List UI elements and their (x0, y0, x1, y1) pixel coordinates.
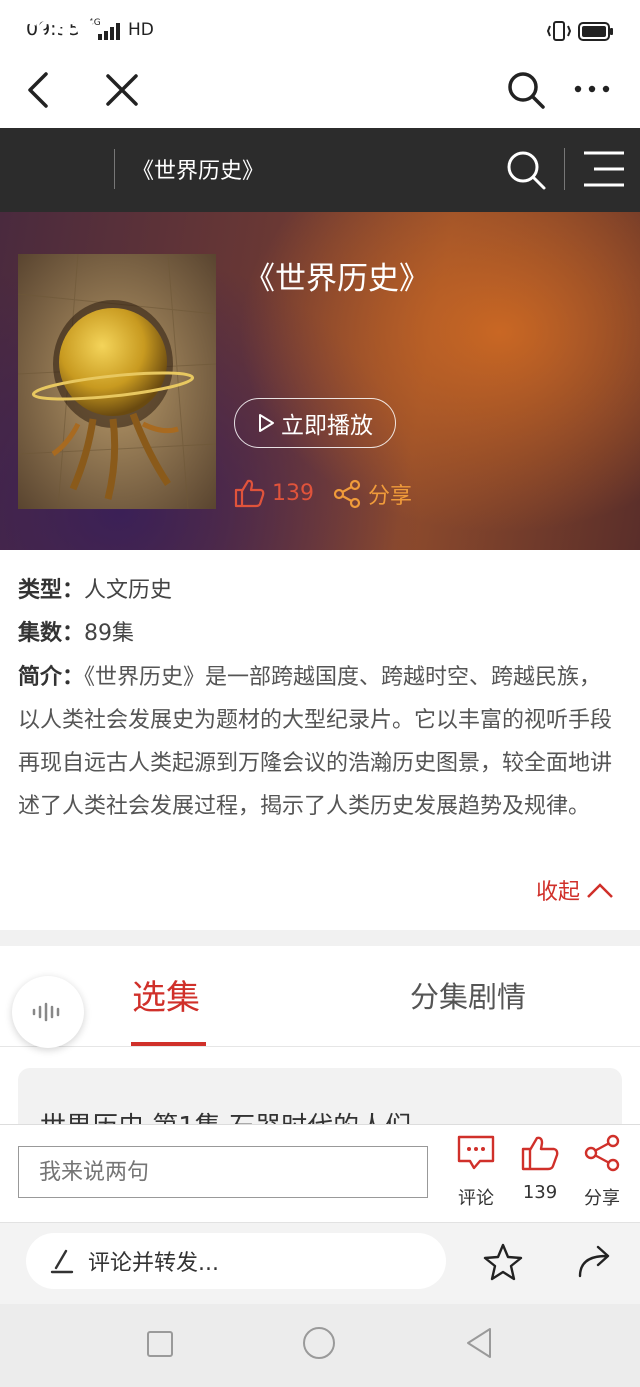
play-now-button[interactable]: 立即播放 (234, 398, 396, 448)
comment-icon[interactable] (456, 1134, 496, 1172)
voice-wave-icon (32, 1002, 60, 1022)
intro-row: 简介：《世界历史》是一部跨越国度、跨越时空、跨越民族，以人类社会发展史为题材的大… (18, 656, 614, 828)
globe-poster-image (18, 254, 216, 509)
logo-sub: 节目官网 (18, 46, 91, 65)
hero-share-button[interactable]: 分享 (332, 478, 412, 510)
back-arrow-icon[interactable] (24, 72, 54, 108)
share-icon[interactable] (582, 1134, 622, 1172)
forward-icon[interactable] (576, 1242, 616, 1280)
comment-input[interactable] (18, 1146, 428, 1198)
more-dots-icon[interactable] (572, 82, 612, 96)
chevron-up-icon (587, 883, 613, 898)
header-search-icon[interactable] (504, 148, 548, 192)
tabs-divider (0, 1046, 640, 1047)
collapse-button[interactable]: 收起 (536, 874, 614, 906)
logo-main: CCTV. (18, 16, 100, 47)
hd-label: HD (128, 20, 154, 40)
voice-assistant-button[interactable] (12, 976, 84, 1048)
share-label: 分享 (584, 1188, 620, 1209)
intro-text: 《世界历史》是一部跨越国度、跨越时空、跨越民族，以人类社会发展史为题材的大型纪录… (18, 665, 613, 819)
header-title: 《世界历史》 (132, 159, 265, 184)
star-icon[interactable] (482, 1242, 524, 1282)
episodes-key: 集数： (18, 621, 85, 646)
search-icon[interactable] (506, 70, 546, 110)
type-key: 类型： (18, 578, 85, 603)
type-row: 类型：人文历史 (18, 569, 172, 612)
battery-icon (578, 22, 613, 41)
header-divider (114, 149, 115, 189)
menu-icon[interactable] (584, 151, 624, 187)
cctv-logo[interactable]: CCTV. 节目官网 (18, 16, 100, 66)
comment-label: 评论 (458, 1188, 494, 1209)
tab-episode-plots[interactable]: 分集剧情 (410, 974, 526, 1016)
thumbs-up-icon (234, 479, 265, 508)
program-title: 《世界历史》 (244, 261, 430, 297)
comment-repost-button[interactable]: 评论并转发... (26, 1233, 446, 1289)
play-icon (259, 414, 274, 432)
type-value: 人文历史 (84, 578, 173, 603)
hero-share-label: 分享 (368, 484, 413, 509)
recent-apps-icon[interactable] (146, 1330, 174, 1358)
like-count: 139 (522, 1182, 558, 1203)
pen-icon (50, 1249, 74, 1274)
play-label: 立即播放 (281, 413, 373, 439)
collapse-label: 收起 (536, 880, 581, 905)
like-icon[interactable] (520, 1134, 560, 1172)
hero-like-button[interactable]: 139 (234, 478, 314, 508)
home-icon[interactable] (302, 1326, 336, 1360)
intro-key: 简介： (18, 665, 85, 690)
program-poster[interactable] (18, 254, 216, 509)
repost-label: 评论并转发... (88, 1251, 219, 1276)
vibrate-icon (546, 21, 572, 41)
hero-like-count: 139 (272, 480, 314, 506)
menu-divider (564, 148, 565, 190)
episodes-row: 集数：89集 (18, 612, 134, 655)
close-icon[interactable] (104, 72, 140, 108)
share-icon (333, 479, 361, 509)
nav-back-icon[interactable] (464, 1326, 494, 1360)
episodes-value: 89集 (84, 621, 135, 646)
tab-episodes[interactable]: 选集 (132, 970, 200, 1019)
